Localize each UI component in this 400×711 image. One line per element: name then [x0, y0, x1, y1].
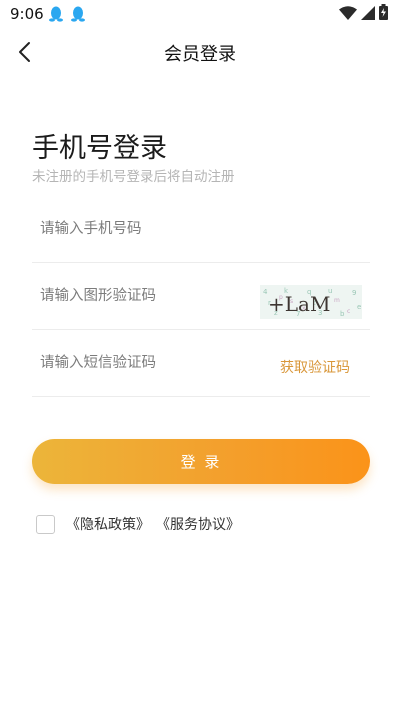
agreement-row: 《隐私政策》 《服务协议》	[36, 514, 246, 534]
svg-text:9: 9	[352, 289, 356, 297]
status-time: 9:06	[10, 5, 44, 23]
sms-code-input[interactable]	[40, 349, 240, 377]
cellular-signal-icon	[361, 5, 375, 24]
status-icons	[339, 4, 388, 24]
get-sms-code-button[interactable]: 获取验证码	[280, 357, 350, 377]
qq-penguin-icon	[49, 6, 63, 22]
login-subtitle: 未注册的手机号登录后将自动注册	[32, 169, 235, 185]
login-button-label: 登 录	[180, 453, 222, 471]
captcha-field-row: 4zk 7q3 ub9 rte pxm cs +LaM	[32, 264, 370, 330]
captcha-image[interactable]: 4zk 7q3 ub9 rte pxm cs +LaM	[260, 285, 362, 319]
sms-field-row: 获取验证码	[32, 331, 370, 397]
status-bar: 9:06	[0, 0, 400, 30]
captcha-input[interactable]	[40, 282, 240, 310]
svg-text:b: b	[340, 310, 345, 318]
qq-penguin-icon	[71, 6, 85, 22]
phone-field-row	[32, 197, 370, 263]
svg-text:m: m	[334, 297, 340, 304]
page-title: 会员登录	[164, 44, 236, 65]
captcha-text: +LaM	[268, 292, 330, 316]
login-title: 手机号登录	[32, 133, 167, 164]
nav-bar: 会员登录	[0, 30, 400, 74]
battery-charging-icon	[379, 4, 388, 24]
svg-text:e: e	[357, 303, 361, 311]
service-agreement-link[interactable]: 《服务协议》	[156, 514, 240, 534]
login-button[interactable]: 登 录	[32, 439, 370, 484]
privacy-policy-link[interactable]: 《隐私政策》	[66, 514, 150, 534]
wifi-icon	[339, 5, 357, 24]
phone-input[interactable]	[40, 215, 240, 243]
agree-checkbox[interactable]	[36, 514, 55, 534]
svg-text:c: c	[347, 308, 350, 315]
